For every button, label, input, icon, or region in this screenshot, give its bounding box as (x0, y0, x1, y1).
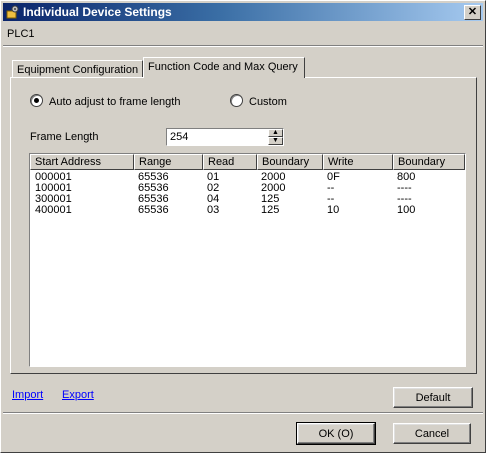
table-header: Start Address Range Read Boundary Write … (30, 154, 465, 170)
table-cell: 03 (207, 204, 220, 216)
device-name-label: PLC1 (7, 28, 35, 40)
table-cell: 10 (327, 204, 340, 216)
table-cell: 100 (397, 204, 416, 216)
radio-selected-icon (30, 94, 43, 107)
default-button[interactable]: Default (393, 387, 473, 408)
auto-adjust-label: Auto adjust to frame length (49, 96, 181, 108)
table-row[interactable]: 400001 65536 03 125 10 100 (30, 205, 465, 216)
table-cell: 65536 (138, 204, 169, 216)
column-header[interactable]: Range (134, 154, 203, 170)
close-button[interactable]: ✕ (464, 5, 481, 20)
import-link[interactable]: Import (12, 389, 43, 401)
table-cell: 400001 (35, 204, 72, 216)
radio-unselected-icon (230, 94, 243, 107)
spin-down-icon[interactable]: ▼ (268, 137, 283, 145)
frame-length-spinbox[interactable]: 254 ▲ ▼ (166, 128, 284, 146)
tab-label: Equipment Configuration (17, 64, 139, 76)
column-header[interactable]: Boundary (257, 154, 323, 170)
auto-adjust-radio[interactable]: Auto adjust to frame length (30, 94, 180, 108)
column-header[interactable]: Write (323, 154, 393, 170)
table-cell: 125 (261, 204, 280, 216)
function-code-table[interactable]: Start Address Range Read Boundary Write … (29, 153, 466, 367)
header-separator (3, 45, 483, 47)
tab-label: Function Code and Max Query (148, 61, 298, 73)
tab-function-code-max-query[interactable]: Function Code and Max Query (143, 57, 305, 78)
tab-equipment-configuration[interactable]: Equipment Configuration (12, 60, 143, 78)
column-header[interactable]: Boundary (393, 154, 465, 170)
cancel-button[interactable]: Cancel (393, 423, 471, 444)
column-header[interactable]: Start Address (30, 154, 134, 170)
title-bar[interactable]: Individual Device Settings ✕ (3, 3, 483, 21)
export-link[interactable]: Export (62, 389, 94, 401)
frame-length-label: Frame Length (30, 131, 99, 143)
custom-radio[interactable]: Custom (230, 94, 287, 108)
frame-length-value: 254 (170, 131, 189, 143)
spin-buttons: ▲ ▼ (268, 129, 283, 145)
custom-label: Custom (249, 96, 287, 108)
column-header[interactable]: Read (203, 154, 257, 170)
window-title: Individual Device Settings (23, 5, 172, 19)
spin-up-icon[interactable]: ▲ (268, 129, 283, 137)
dialog-window: Individual Device Settings ✕ PLC1 Equipm… (0, 0, 486, 453)
device-settings-icon (6, 5, 19, 19)
footer-separator (3, 412, 483, 414)
ok-button[interactable]: OK (O) (296, 422, 376, 445)
